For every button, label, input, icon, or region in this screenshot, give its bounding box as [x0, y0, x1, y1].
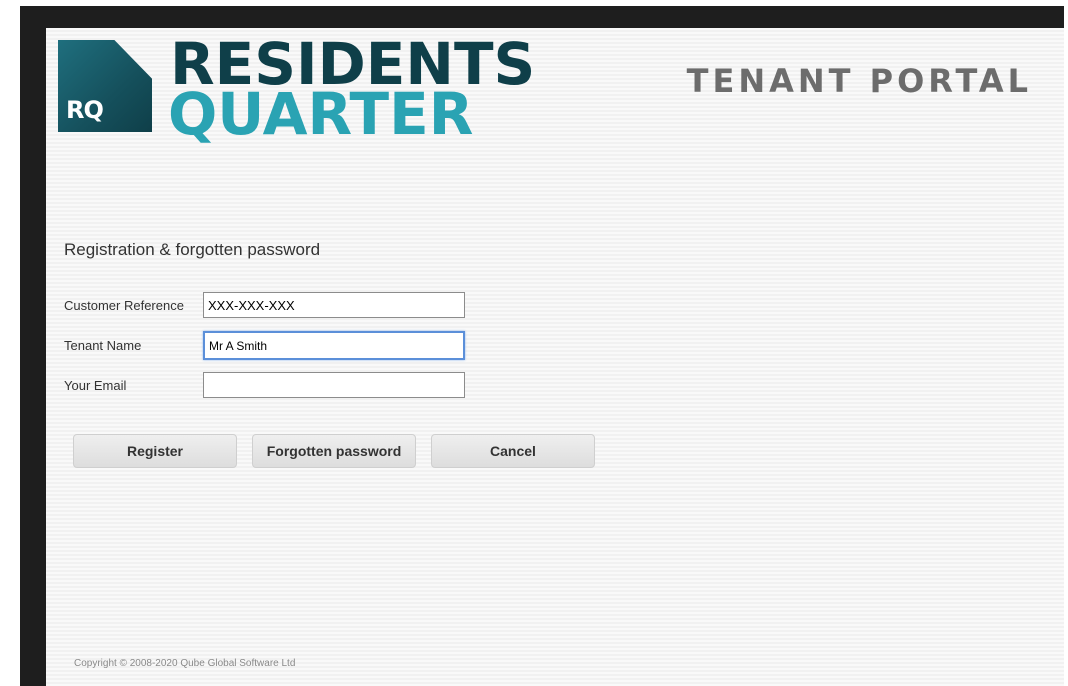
tenant-name-label: Tenant Name	[64, 338, 142, 353]
logo-text-quarter: QUARTER	[168, 80, 474, 148]
register-button[interactable]: Register	[73, 434, 237, 468]
page: RQ RESIDENTS QUARTER TENANT PORTAL Regis…	[46, 28, 1064, 686]
cancel-button[interactable]: Cancel	[431, 434, 595, 468]
form-heading: Registration & forgotten password	[64, 240, 321, 259]
rq-logo-mark: RQ	[58, 40, 152, 132]
residents-quarter-logo: RQ RESIDENTS QUARTER	[58, 30, 535, 148]
email-input[interactable]	[203, 372, 465, 398]
email-label: Your Email	[64, 378, 127, 393]
customer-reference-label: Customer Reference	[64, 298, 184, 313]
tenant-name-input[interactable]	[203, 331, 465, 360]
logo-mark-text: RQ	[66, 96, 104, 124]
customer-reference-input[interactable]	[203, 292, 465, 318]
portal-title: TENANT PORTAL	[686, 62, 1032, 100]
forgotten-password-button[interactable]: Forgotten password	[252, 434, 416, 468]
copyright-text: Copyright © 2008-2020 Qube Global Softwa…	[74, 658, 296, 669]
